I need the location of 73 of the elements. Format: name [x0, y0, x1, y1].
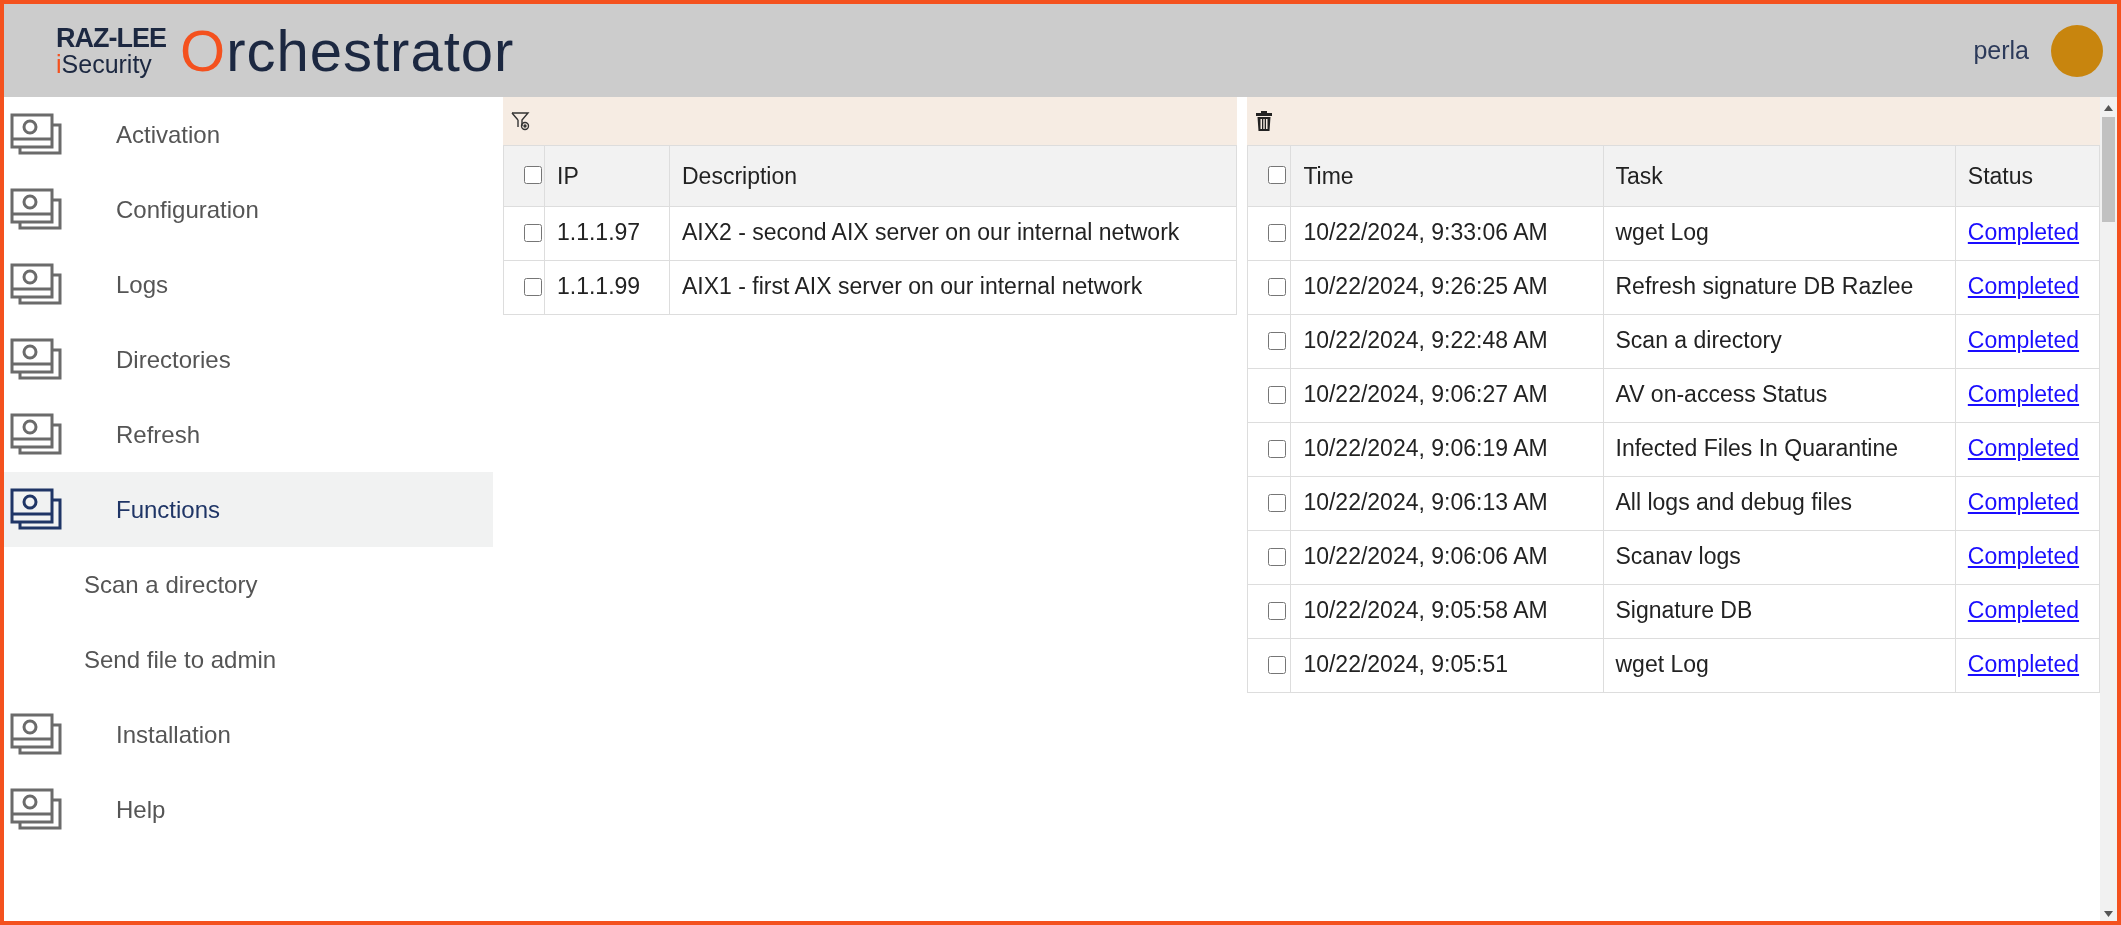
- checkbox[interactable]: [524, 278, 542, 296]
- checkbox[interactable]: [1268, 602, 1286, 620]
- table-cell: 10/22/2024, 9:06:27 AM: [1290, 368, 1603, 423]
- checkbox[interactable]: [524, 165, 542, 184]
- checkbox[interactable]: [1268, 440, 1286, 458]
- table-cell: Infected Files In Quarantine: [1603, 422, 1956, 477]
- status-link[interactable]: Completed: [1967, 273, 2080, 299]
- checkbox[interactable]: [1268, 494, 1286, 512]
- column-header[interactable]: Time: [1290, 145, 1603, 207]
- checkbox[interactable]: [1268, 224, 1286, 242]
- checkbox[interactable]: [1268, 548, 1286, 566]
- checkbox[interactable]: [1268, 386, 1286, 404]
- nav-item[interactable]: Directories: [4, 322, 493, 397]
- status-link[interactable]: Completed: [1967, 219, 2080, 245]
- column-header[interactable]: Status: [1955, 145, 2100, 207]
- table-cell: 10/22/2024, 9:26:25 AM: [1290, 260, 1603, 315]
- table-cell: Refresh signature DB Razlee: [1603, 260, 1956, 315]
- nav-item[interactable]: Configuration: [4, 172, 493, 247]
- column-header[interactable]: Task: [1603, 145, 1956, 207]
- table-cell: 10/22/2024, 9:05:51: [1290, 638, 1603, 693]
- table-cell: 1.1.1.97: [544, 206, 670, 261]
- table-cell: wget Log: [1603, 638, 1956, 693]
- checkbox[interactable]: [1268, 278, 1286, 296]
- trash-icon[interactable]: [1255, 111, 1273, 131]
- status-link[interactable]: Completed: [1967, 651, 2080, 677]
- photos-icon: [10, 262, 62, 307]
- table-cell: 10/22/2024, 9:33:06 AM: [1290, 206, 1603, 261]
- user-name[interactable]: perla: [1973, 36, 2029, 65]
- nav-item[interactable]: Logs: [4, 247, 493, 322]
- nav-subitem[interactable]: Scan a directory: [4, 547, 493, 622]
- table-cell: 10/22/2024, 9:22:48 AM: [1290, 314, 1603, 369]
- nav-item[interactable]: Help: [4, 772, 493, 847]
- table-cell: AV on-access Status: [1603, 368, 1956, 423]
- table-cell: 1.1.1.99: [544, 260, 670, 315]
- table-cell: AIX2 - second AIX server on our internal network: [669, 206, 1237, 261]
- logo-subbrand: iSecurity: [56, 51, 153, 77]
- status-link[interactable]: Completed: [1967, 543, 2080, 569]
- nav-item[interactable]: Refresh: [4, 397, 493, 472]
- table-cell: 10/22/2024, 9:06:13 AM: [1290, 476, 1603, 531]
- table-cell: 10/22/2024, 9:05:58 AM: [1290, 584, 1603, 639]
- checkbox[interactable]: [1268, 656, 1286, 674]
- checkbox[interactable]: [1268, 332, 1286, 350]
- status-link[interactable]: Completed: [1967, 597, 2080, 623]
- status-link[interactable]: Completed: [1967, 435, 2080, 461]
- column-header[interactable]: IP: [544, 145, 670, 207]
- status-link[interactable]: Completed: [1967, 381, 2080, 407]
- nav-item[interactable]: Activation: [4, 97, 493, 172]
- photos-icon: [10, 112, 62, 157]
- logo-brand: RAZ-LEE: [56, 24, 166, 52]
- table-cell: AIX1 - first AIX server on our internal network: [669, 260, 1237, 315]
- table-cell: Scanav logs: [1603, 530, 1956, 585]
- nav-item[interactable]: Installation: [4, 697, 493, 772]
- photos-icon: [10, 712, 62, 757]
- status-link[interactable]: Completed: [1967, 327, 2080, 353]
- table-cell: Signature DB: [1603, 584, 1956, 639]
- photos-icon: [10, 412, 62, 457]
- status-link[interactable]: Completed: [1967, 489, 2080, 515]
- nav-item[interactable]: Functions: [4, 472, 493, 547]
- photos-icon: [10, 337, 62, 382]
- nav-subitem[interactable]: Send file to admin: [4, 622, 493, 697]
- photos-icon: [10, 487, 62, 532]
- table-cell: 10/22/2024, 9:06:19 AM: [1290, 422, 1603, 477]
- checkbox[interactable]: [1268, 165, 1286, 184]
- checkbox[interactable]: [524, 224, 542, 242]
- product-title: Orchestrator: [180, 17, 515, 84]
- column-header[interactable]: Description: [669, 145, 1237, 207]
- table-cell: wget Log: [1603, 206, 1956, 261]
- photos-icon: [10, 187, 62, 232]
- filter-icon[interactable]: [511, 111, 531, 131]
- table-cell: Scan a directory: [1603, 314, 1956, 369]
- table-cell: All logs and debug files: [1603, 476, 1956, 531]
- table-cell: 10/22/2024, 9:06:06 AM: [1290, 530, 1603, 585]
- photos-icon: [10, 787, 62, 832]
